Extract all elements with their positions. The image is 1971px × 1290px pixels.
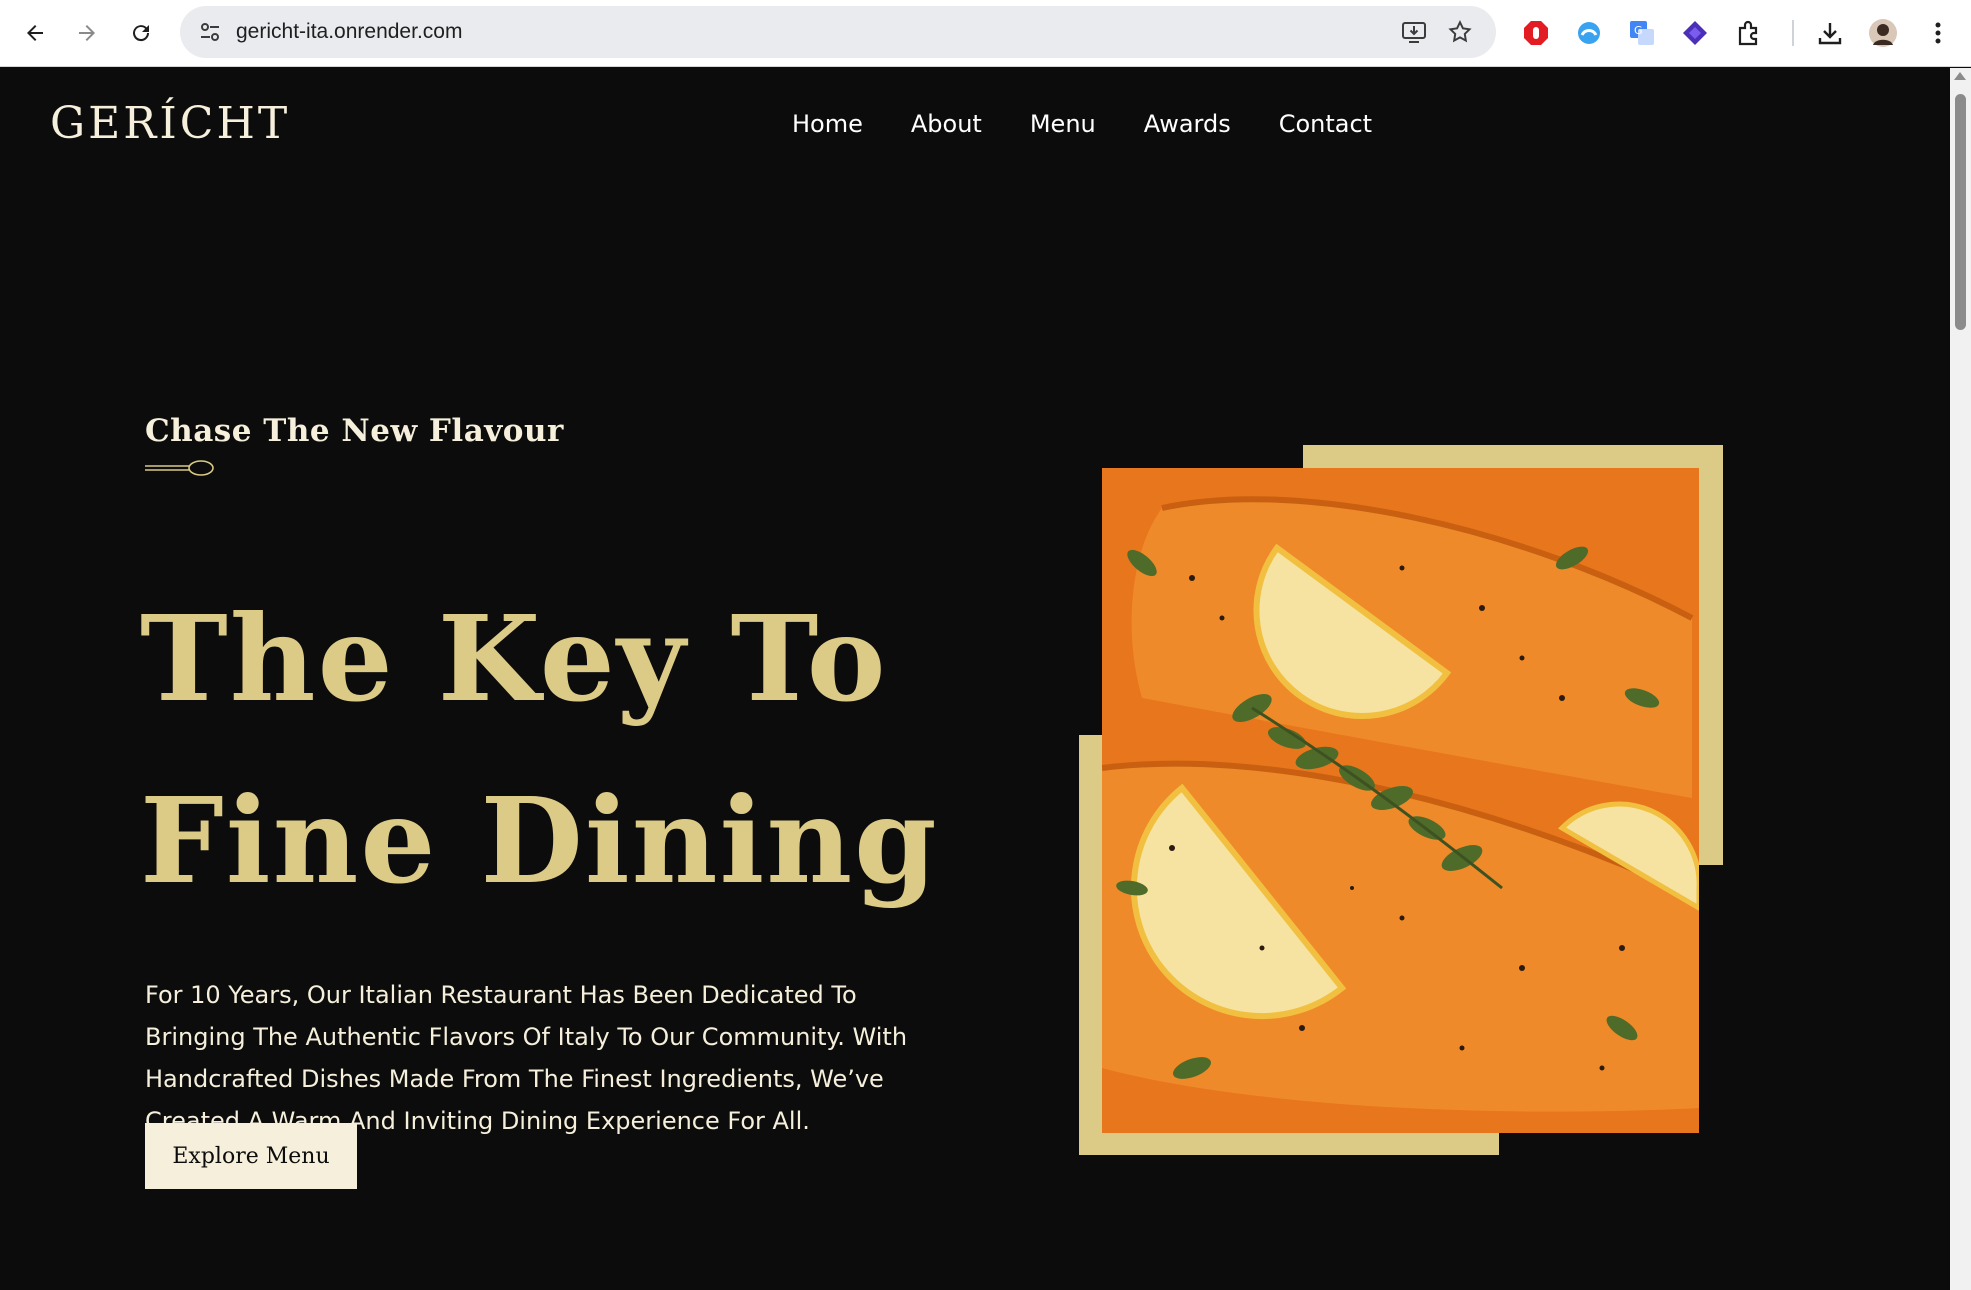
hero-description: For 10 Years, Our Italian Restaurant Has…	[145, 981, 908, 1135]
toolbar-divider	[1792, 20, 1794, 46]
site-logo[interactable]: GERÍCHT	[50, 98, 290, 149]
download-icon[interactable]	[1811, 14, 1849, 52]
site-settings-icon[interactable]	[192, 14, 228, 50]
page-viewport: GERÍCHT Home About Menu Awards Contact C…	[0, 68, 1950, 1290]
page-scrollbar[interactable]	[1950, 68, 1971, 1290]
bookmark-star-icon[interactable]	[1444, 16, 1476, 48]
install-app-icon[interactable]	[1398, 16, 1430, 48]
scrollbar-thumb[interactable]	[1955, 94, 1966, 330]
spoon-divider-icon	[145, 460, 214, 476]
hero-headline-line-1: The Key To	[140, 589, 888, 728]
translate-extension-icon[interactable]: G	[1623, 14, 1661, 52]
hero-food-image	[1101, 468, 1702, 1133]
extensions-puzzle-icon[interactable]	[1730, 14, 1768, 52]
profile-avatar[interactable]	[1864, 14, 1902, 52]
address-bar[interactable]: gericht-ita.onrender.com	[180, 6, 1496, 58]
back-button[interactable]	[16, 14, 54, 52]
nav-link-contact[interactable]: Contact	[1279, 110, 1372, 138]
hero-headline: The Key To Fine Dining	[140, 568, 1020, 932]
more-menu-icon[interactable]	[1919, 14, 1957, 52]
blue-extension-icon[interactable]	[1570, 14, 1608, 52]
nav-link-awards[interactable]: Awards	[1144, 110, 1231, 138]
hero-tagline: Chase The New Flavour	[145, 413, 564, 449]
adblock-extension-icon[interactable]	[1517, 14, 1555, 52]
url-text[interactable]: gericht-ita.onrender.com	[236, 20, 462, 44]
reload-button[interactable]	[122, 14, 160, 52]
main-nav: Home About Menu Awards Contact	[792, 110, 1420, 138]
svg-text:G: G	[1634, 24, 1643, 37]
forward-icon	[79, 25, 95, 41]
back-icon	[27, 25, 43, 41]
forward-button[interactable]	[68, 14, 106, 52]
scroll-up-arrow-icon[interactable]	[1954, 72, 1966, 80]
explore-menu-button[interactable]: Explore Menu	[145, 1123, 357, 1189]
nav-link-about[interactable]: About	[911, 110, 982, 138]
purple-extension-icon[interactable]	[1676, 14, 1714, 52]
nav-link-home[interactable]: Home	[792, 110, 863, 138]
reload-icon	[133, 25, 150, 42]
nav-link-menu[interactable]: Menu	[1030, 110, 1096, 138]
browser-toolbar: gericht-ita.onrender.com G	[0, 0, 1971, 67]
hero-headline-line-2: Fine Dining	[140, 771, 939, 910]
